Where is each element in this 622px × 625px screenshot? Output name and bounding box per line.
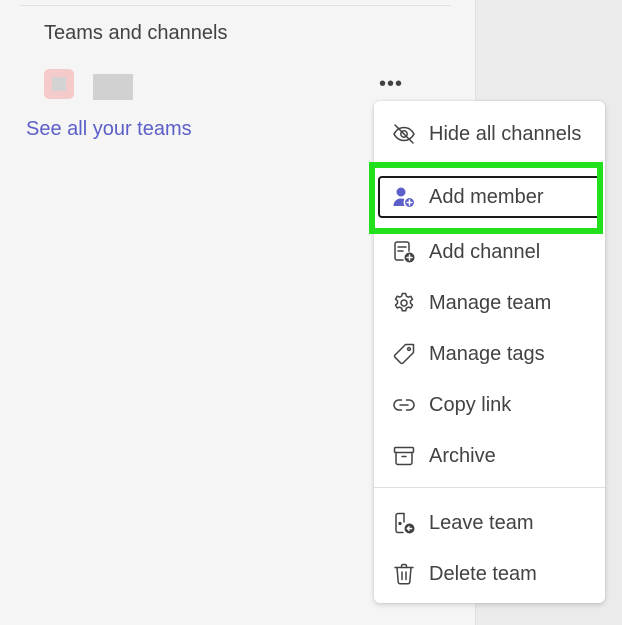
- gear-icon: [392, 291, 416, 315]
- menu-item-label: Hide all channels: [429, 122, 582, 145]
- tag-icon: [392, 342, 416, 366]
- divider: [20, 5, 451, 6]
- archive-icon: [392, 444, 416, 468]
- team-context-menu: Hide all channels Add member Add channel…: [374, 101, 605, 603]
- eye-off-icon: [392, 122, 416, 146]
- team-avatar: [44, 69, 74, 99]
- menu-item-manage-tags[interactable]: Manage tags: [378, 333, 601, 375]
- menu-item-leave-team[interactable]: Leave team: [378, 502, 601, 544]
- leave-icon: [392, 511, 416, 535]
- team-name-redacted: [93, 74, 133, 100]
- more-options-button[interactable]: •••: [376, 72, 406, 96]
- menu-item-add-channel[interactable]: Add channel: [378, 231, 601, 273]
- menu-item-label: Manage tags: [429, 342, 545, 365]
- menu-item-copy-link[interactable]: Copy link: [378, 384, 601, 426]
- see-all-teams-link[interactable]: See all your teams: [26, 118, 192, 141]
- link-icon: [392, 393, 416, 417]
- menu-item-delete-team[interactable]: Delete team: [378, 553, 601, 595]
- menu-item-add-member[interactable]: Add member: [378, 176, 601, 218]
- channel-add-icon: [392, 240, 416, 264]
- person-add-icon: [392, 185, 416, 209]
- team-list-item[interactable]: •••: [40, 64, 412, 104]
- more-options-icon: •••: [378, 72, 403, 95]
- section-title: Teams and channels: [44, 22, 228, 44]
- menu-item-manage-team[interactable]: Manage team: [378, 282, 601, 324]
- menu-item-label: Manage team: [429, 291, 552, 314]
- menu-item-label: Archive: [429, 444, 496, 467]
- menu-item-label: Leave team: [429, 511, 534, 534]
- menu-item-label: Add channel: [429, 240, 541, 263]
- menu-item-archive[interactable]: Archive: [378, 435, 601, 477]
- menu-item-label: Add member: [429, 185, 544, 208]
- menu-divider: [374, 487, 605, 488]
- menu-item-label: Copy link: [429, 393, 512, 416]
- menu-item-hide-all-channels[interactable]: Hide all channels: [378, 113, 601, 155]
- menu-item-label: Delete team: [429, 562, 537, 585]
- trash-icon: [392, 562, 416, 586]
